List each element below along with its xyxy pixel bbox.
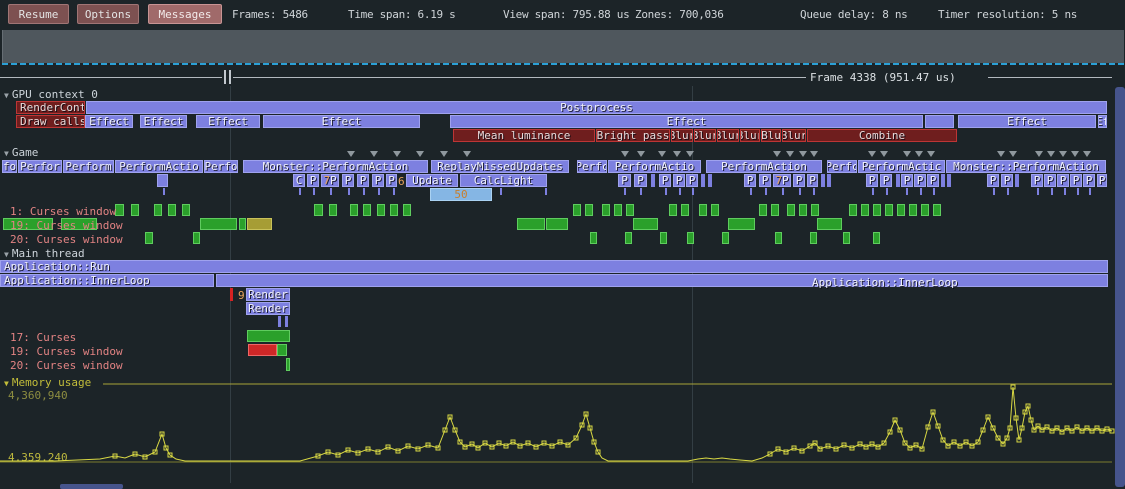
horizontal-scrollbar[interactable] <box>60 484 123 489</box>
vertical-scrollbar[interactable] <box>1115 87 1125 487</box>
memory-usage-graph[interactable] <box>0 0 1125 489</box>
tracy-profiler-window: ResumeOptionsMessagesFrames: 5486Time sp… <box>0 0 1125 489</box>
